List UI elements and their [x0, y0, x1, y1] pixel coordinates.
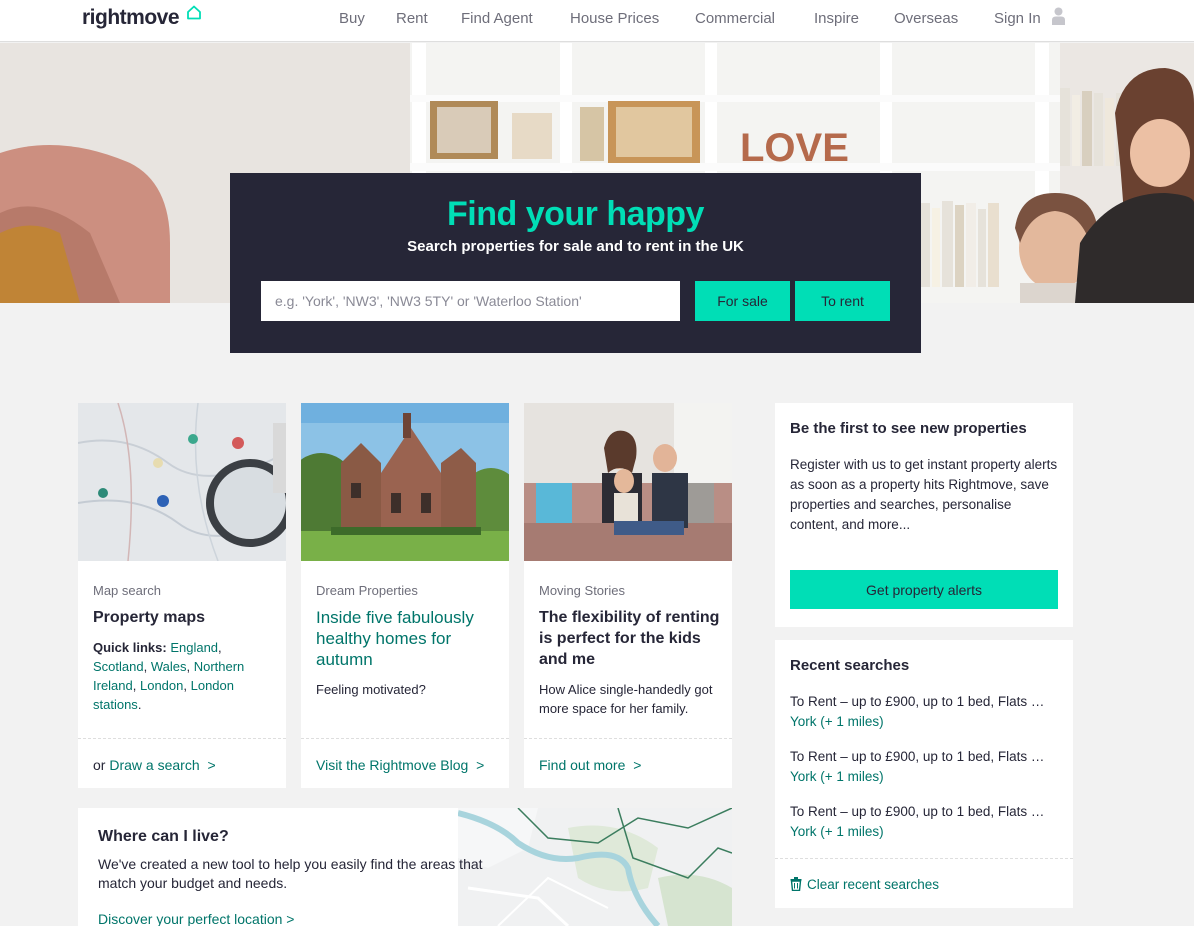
nav-overseas[interactable]: Overseas: [894, 10, 958, 27]
quick-link-scotland[interactable]: Scotland: [93, 659, 144, 674]
nav-house-prices[interactable]: House Prices: [570, 10, 659, 27]
nav-rent[interactable]: Rent: [396, 10, 428, 27]
draw-a-search-link[interactable]: Draw a search: [109, 757, 199, 773]
find-out-more-link[interactable]: Find out more: [539, 757, 625, 773]
nav-sign-in[interactable]: Sign In: [994, 10, 1041, 27]
card-category: Map search: [93, 583, 161, 598]
recent-search-item[interactable]: To Rent – up to £900, up to 1 bed, Flats…: [790, 747, 1058, 787]
chevron-right-icon: >: [207, 757, 216, 773]
quick-link-wales[interactable]: Wales: [151, 659, 187, 674]
house-logo-icon: [187, 5, 201, 20]
recent-search-desc: To Rent – up to £900, up to 1 bed, Flats…: [790, 804, 1045, 819]
card-footer: Find out more >: [524, 738, 732, 788]
recent-search-location: York (+ 1 miles): [790, 769, 884, 784]
nav-inspire[interactable]: Inspire: [814, 10, 859, 27]
user-icon[interactable]: [1052, 7, 1065, 25]
card-footer: or Draw a search >: [78, 738, 286, 788]
card-body: Feeling motivated?: [316, 682, 426, 697]
map-search-image: [78, 403, 286, 561]
where-can-i-live-title: Where can I live?: [98, 828, 229, 845]
where-can-i-live-text: We've created a new tool to help you eas…: [98, 856, 483, 891]
hero-title: Find your happy: [447, 195, 704, 233]
chevron-right-icon: >: [633, 757, 642, 773]
card-body: How Alice single-handedly got more space…: [539, 682, 713, 716]
recent-search-desc: To Rent – up to £900, up to 1 bed, Flats…: [790, 749, 1045, 764]
search-panel: Find your happy Search properties for sa…: [230, 173, 921, 353]
chevron-right-icon: >: [476, 757, 485, 773]
alerts-text: Register with us to get instant property…: [790, 457, 1058, 532]
footer-prefix: or: [93, 757, 110, 773]
card-footer: Visit the Rightmove Blog >: [301, 738, 509, 788]
moving-stories-image: [524, 403, 732, 561]
hero-subtitle: Search properties for sale and to rent i…: [407, 238, 744, 255]
trash-icon: [790, 877, 802, 891]
location-search-input[interactable]: [261, 281, 680, 321]
to-rent-button[interactable]: To rent: [795, 281, 890, 321]
dream-home-image: [301, 403, 509, 561]
quick-links-label: Quick links:: [93, 640, 167, 655]
recent-search-location: York (+ 1 miles): [790, 824, 884, 839]
recent-searches-title: Recent searches: [790, 657, 910, 674]
quick-link-london[interactable]: London: [140, 678, 183, 693]
card-dream-properties: Dream Properties Inside five fabulously …: [301, 403, 509, 788]
card-category: Dream Properties: [316, 583, 418, 598]
discover-location-link[interactable]: Discover your perfect location >: [98, 911, 294, 926]
recent-searches-panel: Recent searches To Rent – up to £900, up…: [775, 640, 1073, 908]
visit-blog-link[interactable]: Visit the Rightmove Blog: [316, 757, 468, 773]
card-title[interactable]: The flexibility of renting is perfect fo…: [539, 607, 723, 670]
recent-search-item[interactable]: To Rent – up to £900, up to 1 bed, Flats…: [790, 802, 1058, 842]
quick-links: Quick links: England, Scotland, Wales, N…: [93, 640, 245, 712]
card-category: Moving Stories: [539, 583, 625, 598]
quick-link-england[interactable]: England: [170, 640, 218, 655]
card-map-search: Map search Property maps Quick links: En…: [78, 403, 286, 788]
rightmove-logo[interactable]: rightmove: [82, 6, 180, 30]
alerts-title: Be the first to see new properties: [790, 420, 1027, 437]
site-header: rightmove Buy Rent Find Agent House Pric…: [0, 0, 1194, 42]
recent-search-location: York (+ 1 miles): [790, 714, 884, 729]
where-can-i-live-panel: Where can I live? We've created a new to…: [78, 808, 732, 926]
clear-recent-searches-link[interactable]: Clear recent searches: [807, 877, 939, 892]
recent-search-desc: To Rent – up to £900, up to 1 bed, Flats…: [790, 694, 1045, 709]
property-alerts-panel: Be the first to see new properties Regis…: [775, 403, 1073, 627]
clear-recent-row[interactable]: Clear recent searches: [775, 858, 1073, 908]
card-moving-stories: Moving Stories The flexibility of rentin…: [524, 403, 732, 788]
nav-find-agent[interactable]: Find Agent: [461, 10, 533, 27]
recent-search-item[interactable]: To Rent – up to £900, up to 1 bed, Flats…: [790, 692, 1058, 732]
love-letters: LOVE: [740, 126, 849, 170]
nav-commercial[interactable]: Commercial: [695, 10, 775, 27]
nav-buy[interactable]: Buy: [339, 10, 365, 27]
get-property-alerts-button[interactable]: Get property alerts: [790, 570, 1058, 609]
card-title[interactable]: Inside five fabulously healthy homes for…: [316, 607, 500, 670]
card-title[interactable]: Property maps: [93, 607, 277, 628]
for-sale-button[interactable]: For sale: [695, 281, 790, 321]
